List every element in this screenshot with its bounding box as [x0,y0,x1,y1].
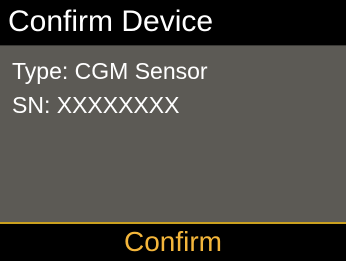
device-screen: Confirm Device Type: CGM Sensor SN: XXXX… [0,0,346,261]
device-type-text: Type: CGM Sensor [12,58,208,84]
screen-title: Confirm Device [8,5,214,38]
confirm-button[interactable]: Confirm [0,222,346,261]
header-bar: Confirm Device [0,0,346,46]
serial-number-text: SN: XXXXXXXX [12,92,180,118]
confirm-button-label: Confirm [123,226,222,257]
